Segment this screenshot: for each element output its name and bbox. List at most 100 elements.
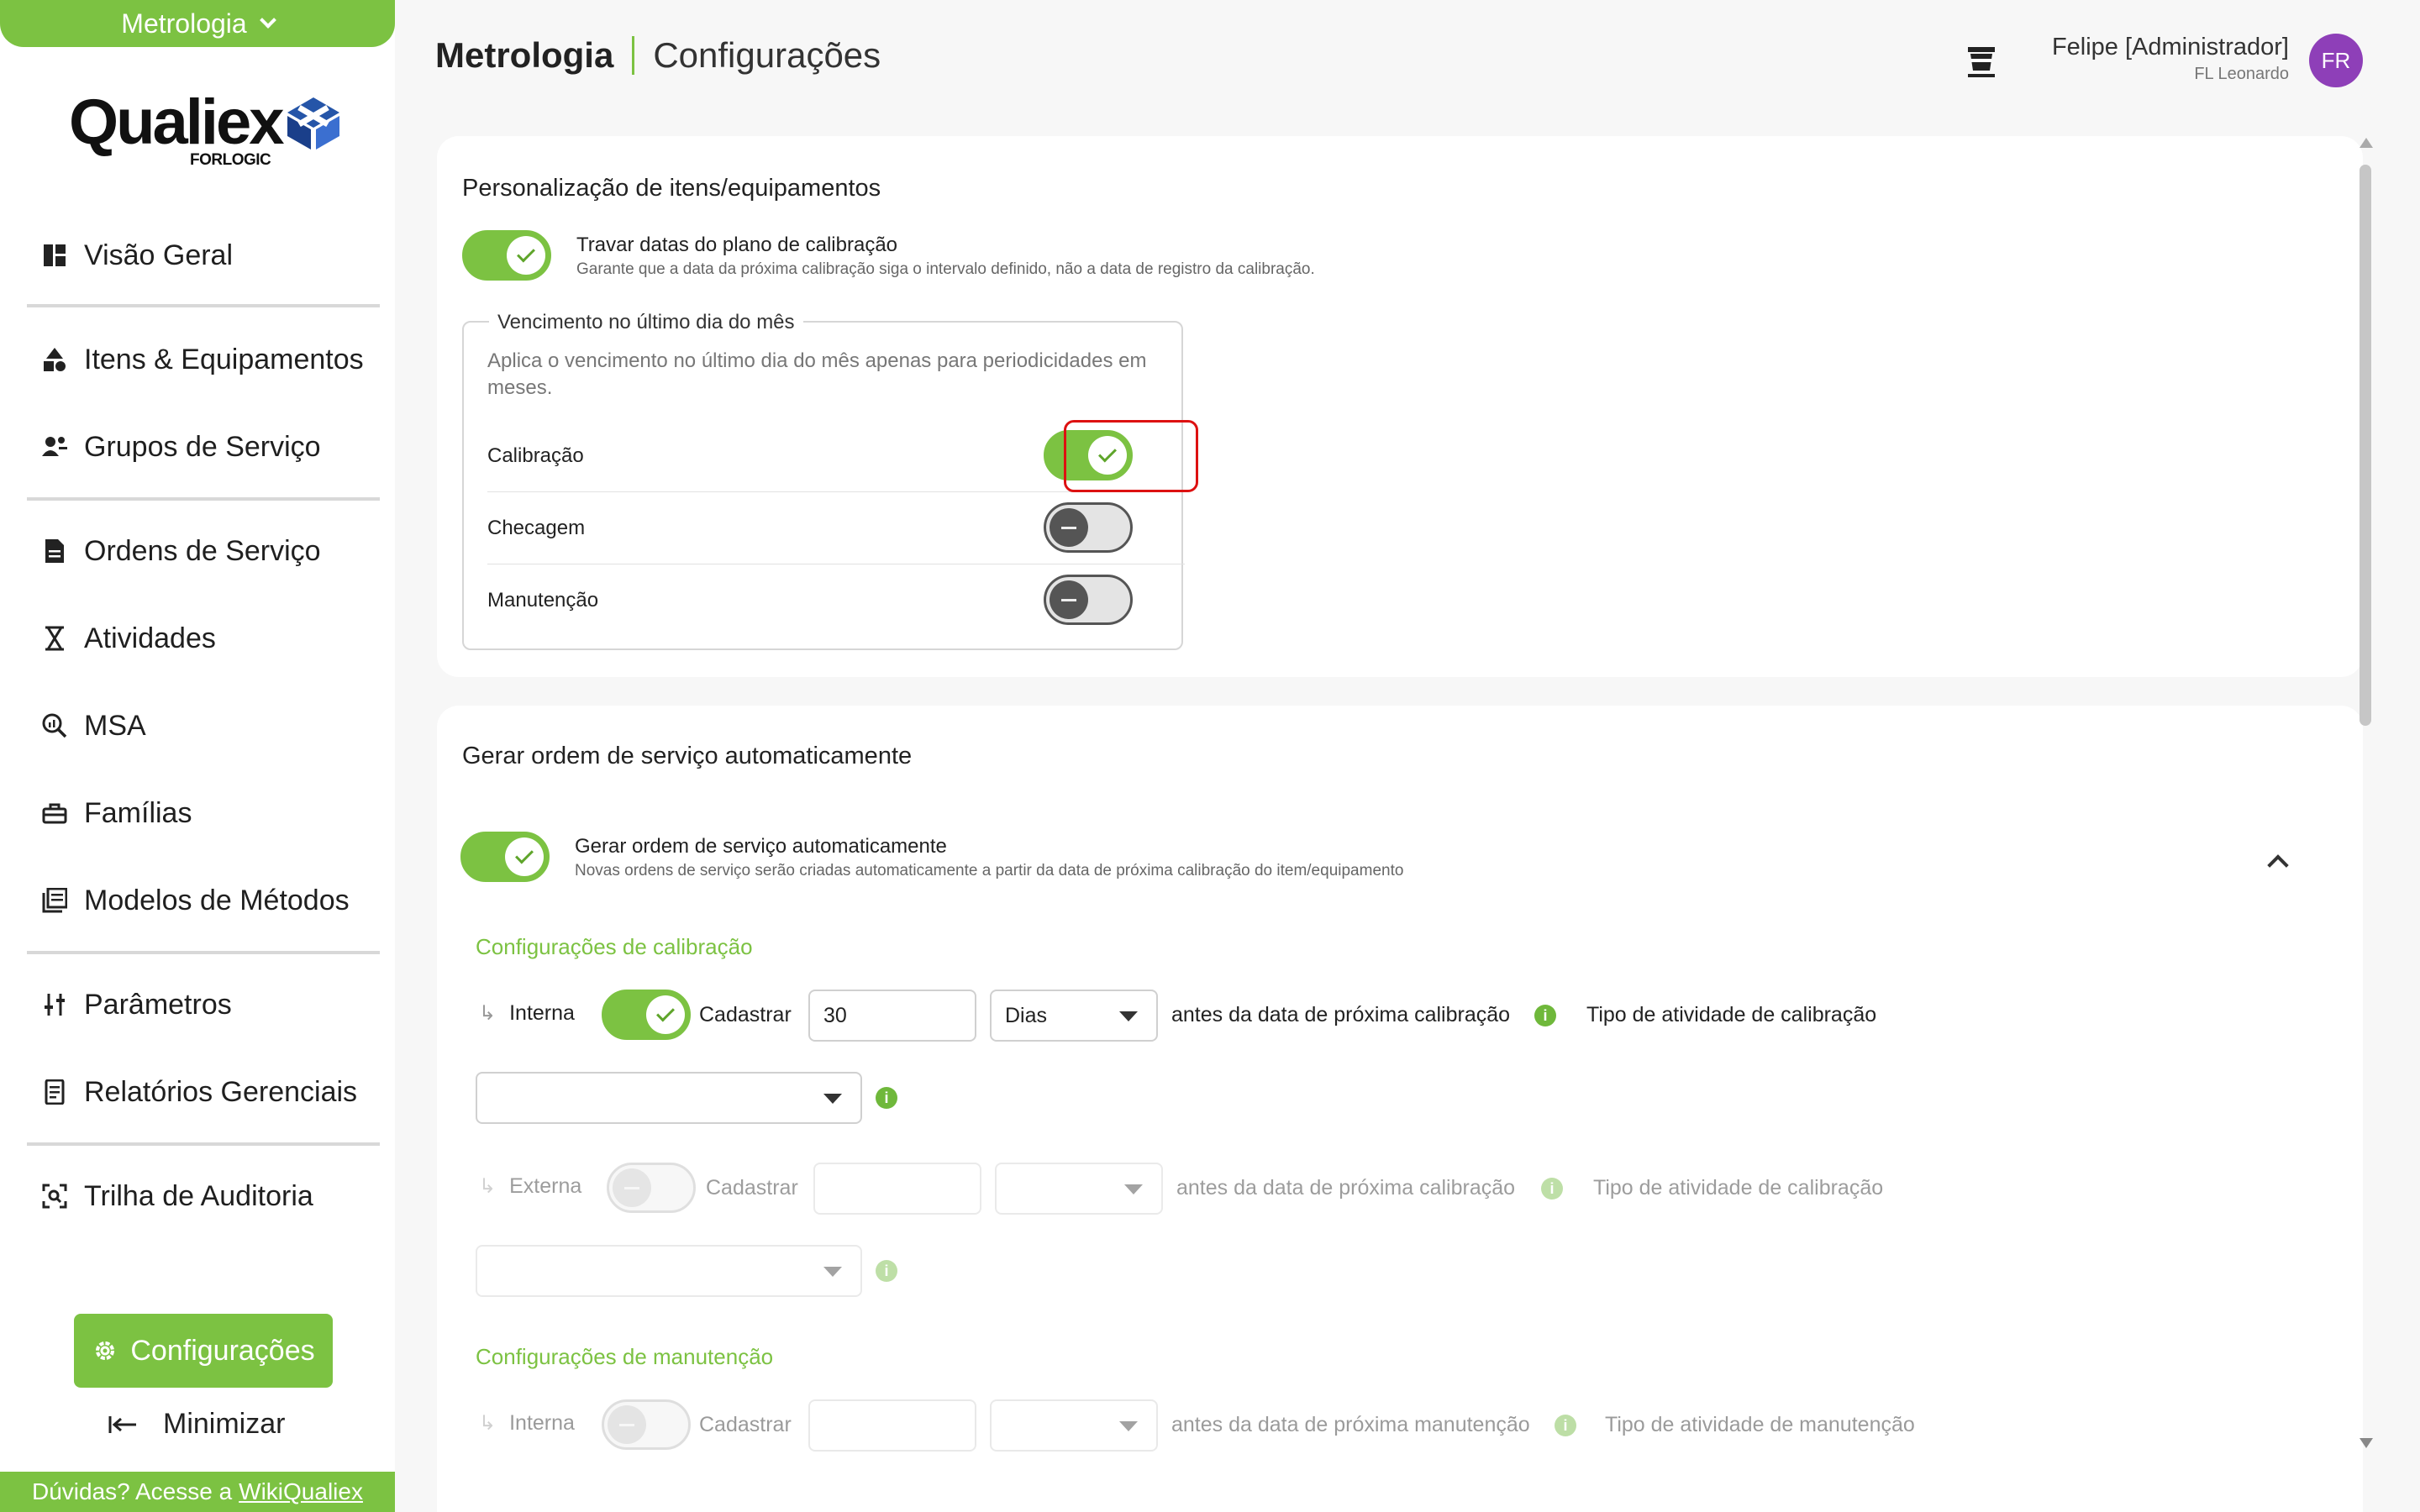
internal-days-input[interactable]: 30 (808, 990, 976, 1042)
info-icon[interactable]: i (1555, 1415, 1576, 1436)
minimize-label: Minimizar (163, 1408, 286, 1440)
scrollbar-thumb[interactable] (2360, 165, 2371, 726)
title-divider (632, 36, 635, 75)
sidebar-item-label: Parâmetros (84, 988, 232, 1021)
minus-icon (624, 1186, 639, 1189)
info-icon[interactable]: i (876, 1087, 897, 1109)
module-label: Metrologia (121, 8, 247, 39)
hourglass-icon (42, 626, 67, 651)
row-label: Calibração (487, 444, 584, 467)
page-title: Metrologia Configurações (435, 35, 881, 76)
checagem-toggle[interactable] (1044, 502, 1133, 553)
sidebar-item-itens-equipamentos[interactable]: Itens & Equipamentos (27, 334, 380, 385)
magnifier-chart-icon (42, 713, 67, 738)
subdirectory-arrow-icon: ↳ (479, 1412, 497, 1435)
wiki-link[interactable]: WikiQualiex (239, 1478, 363, 1505)
subdirectory-arrow-icon: ↳ (479, 1175, 497, 1198)
page-header: Metrologia Configurações Felipe [Adminis… (395, 0, 2420, 118)
user-name: Felipe [Administrador] (2051, 34, 2289, 60)
internal-unit-select[interactable]: Dias (990, 990, 1158, 1042)
user-org: FL Leonardo (2194, 65, 2289, 83)
lock-dates-toggle[interactable] (462, 230, 551, 281)
scroll-up-arrow-icon[interactable] (2360, 138, 2373, 148)
auto-generate-toggle[interactable] (460, 832, 550, 882)
sidebar-item-msa[interactable]: MSA (27, 701, 380, 751)
sidebar-item-trilha-auditoria[interactable]: Trilha de Auditoria (27, 1171, 380, 1221)
sidebar-item-visao-geral[interactable]: Visão Geral (27, 230, 380, 281)
row-label: Checagem (487, 516, 586, 539)
minimize-button[interactable]: Minimizar (108, 1408, 285, 1441)
external-activity-type-select[interactable] (476, 1245, 862, 1297)
sidebar-item-label: Famílias (84, 796, 192, 829)
row-label: Manutenção (487, 589, 599, 612)
scroll-down-arrow-icon[interactable] (2360, 1438, 2373, 1448)
section-title: Gerar ordem de serviço automaticamente (462, 743, 913, 769)
avatar[interactable]: FR (2309, 34, 2363, 87)
sidebar-item-ordens-servico[interactable]: Ordens de Serviço (27, 526, 380, 576)
calibration-activity-type-label: Tipo de atividade de calibração (1593, 1176, 1884, 1200)
internal-label: ↳ Interna (479, 1411, 575, 1435)
qualiex-logo: Qualiex FORLOGIC (69, 91, 341, 169)
before-next-calibration-text: antes da data de próxima calibração (1176, 1176, 1516, 1200)
page-scrollbar[interactable] (2358, 138, 2375, 1448)
auto-generate-description: Novas ordens de serviço serão criadas au… (575, 862, 1404, 879)
sidebar-divider (27, 497, 380, 501)
internal-activity-type-select[interactable] (476, 1072, 862, 1124)
external-unit-select[interactable] (995, 1163, 1163, 1215)
sidebar-item-relatorios[interactable]: Relatórios Gerenciais (27, 1067, 380, 1117)
subdirectory-arrow-icon: ↳ (479, 1002, 497, 1025)
group-icon (42, 434, 67, 459)
external-days-input[interactable] (813, 1163, 981, 1215)
toolbox-icon (42, 801, 67, 826)
lock-dates-label: Travar datas do plano de calibração (576, 234, 898, 256)
info-icon[interactable]: i (876, 1260, 897, 1282)
sidebar-item-label: Grupos de Serviço (84, 430, 321, 463)
sidebar-item-grupos-servico[interactable]: Grupos de Serviço (27, 422, 380, 472)
minus-icon (1061, 598, 1076, 601)
dashboard-icon (42, 243, 67, 268)
sidebar-item-familias[interactable]: Famílias (27, 788, 380, 838)
user-info[interactable]: Felipe [Administrador] FL Leonardo (2052, 34, 2289, 84)
sidebar-divider (27, 951, 380, 954)
collapse-left-icon (108, 1415, 136, 1433)
sidebar-item-label: Trilha de Auditoria (84, 1179, 313, 1212)
module-selector[interactable]: Metrologia (0, 0, 395, 47)
maintenance-days-input[interactable] (808, 1399, 976, 1452)
month-end-fieldset: Vencimento no último dia do mês Aplica o… (462, 311, 1198, 650)
dropdown-caret-icon (1119, 1011, 1138, 1021)
info-icon[interactable]: i (1534, 1005, 1556, 1026)
audit-scan-icon (42, 1184, 67, 1209)
maintenance-settings-heading: Configurações de manutenção (476, 1344, 774, 1369)
maintenance-register-toggle[interactable] (602, 1399, 691, 1450)
external-register-toggle[interactable] (607, 1163, 696, 1213)
register-label: Cadastrar (699, 1003, 792, 1026)
auto-service-order-card: Gerar ordem de serviço automaticamente G… (437, 706, 2363, 1512)
coffee-cup-icon[interactable] (1965, 42, 1998, 79)
customization-card: Personalização de itens/equipamentos Tra… (437, 136, 2363, 677)
module-title: Metrologia (435, 35, 614, 75)
chevron-up-icon[interactable] (2267, 854, 2289, 876)
sidebar-item-label: Visão Geral (84, 239, 234, 271)
lock-dates-description: Garante que a data da próxima calibração… (576, 260, 1315, 278)
shapes-icon (42, 347, 67, 372)
sidebar-item-atividades[interactable]: Atividades (27, 613, 380, 664)
info-icon[interactable]: i (1541, 1178, 1563, 1200)
settings-button[interactable]: Configurações (74, 1314, 333, 1388)
manutencao-toggle[interactable] (1044, 575, 1133, 625)
sidebar-item-modelos-metodos[interactable]: Modelos de Métodos (27, 875, 380, 926)
gear-icon (96, 1341, 115, 1360)
library-icon (42, 888, 67, 913)
register-label: Cadastrar (706, 1176, 798, 1200)
minus-icon (619, 1423, 634, 1426)
calibration-settings-heading: Configurações de calibração (476, 934, 753, 959)
internal-register-toggle[interactable] (602, 990, 691, 1040)
maintenance-unit-select[interactable] (990, 1399, 1158, 1452)
maintenance-activity-type-label: Tipo de atividade de manutenção (1605, 1413, 1915, 1436)
external-label: ↳ Externa (479, 1174, 582, 1198)
logo-subtext: FORLOGIC (190, 151, 271, 169)
dropdown-caret-icon (823, 1094, 842, 1104)
help-text: Dúvidas? Acesse a (32, 1478, 233, 1504)
sidebar-item-label: Modelos de Métodos (84, 884, 350, 916)
register-label: Cadastrar (699, 1413, 792, 1436)
sidebar-item-parametros[interactable]: Parâmetros (27, 979, 380, 1030)
